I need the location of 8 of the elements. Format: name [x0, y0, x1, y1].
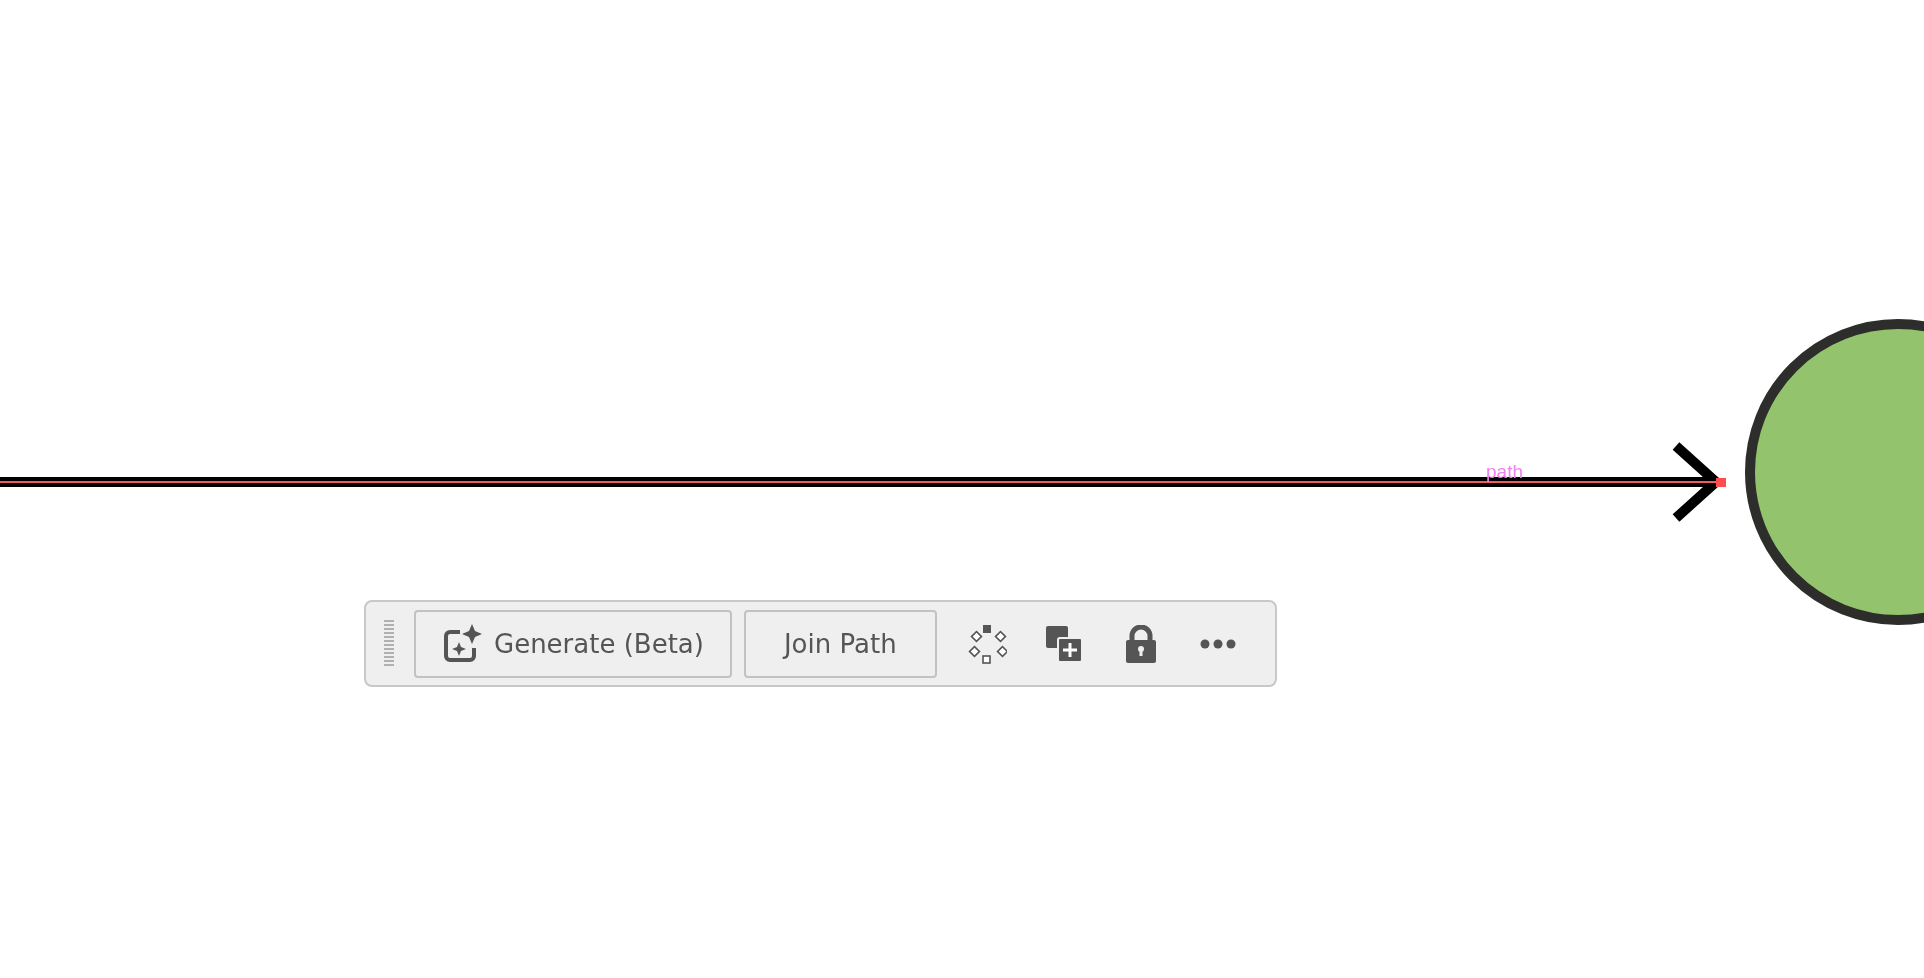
- more-icon: [1199, 638, 1236, 649]
- path-label: path: [1486, 461, 1523, 482]
- generate-button[interactable]: Generate (Beta): [414, 609, 732, 678]
- sparkle-icon: [442, 623, 482, 664]
- lock-icon: [1125, 624, 1156, 663]
- duplicate-icon: [1045, 625, 1082, 662]
- points-circle-icon: [966, 623, 1007, 664]
- join-path-button[interactable]: Join Path: [743, 609, 937, 678]
